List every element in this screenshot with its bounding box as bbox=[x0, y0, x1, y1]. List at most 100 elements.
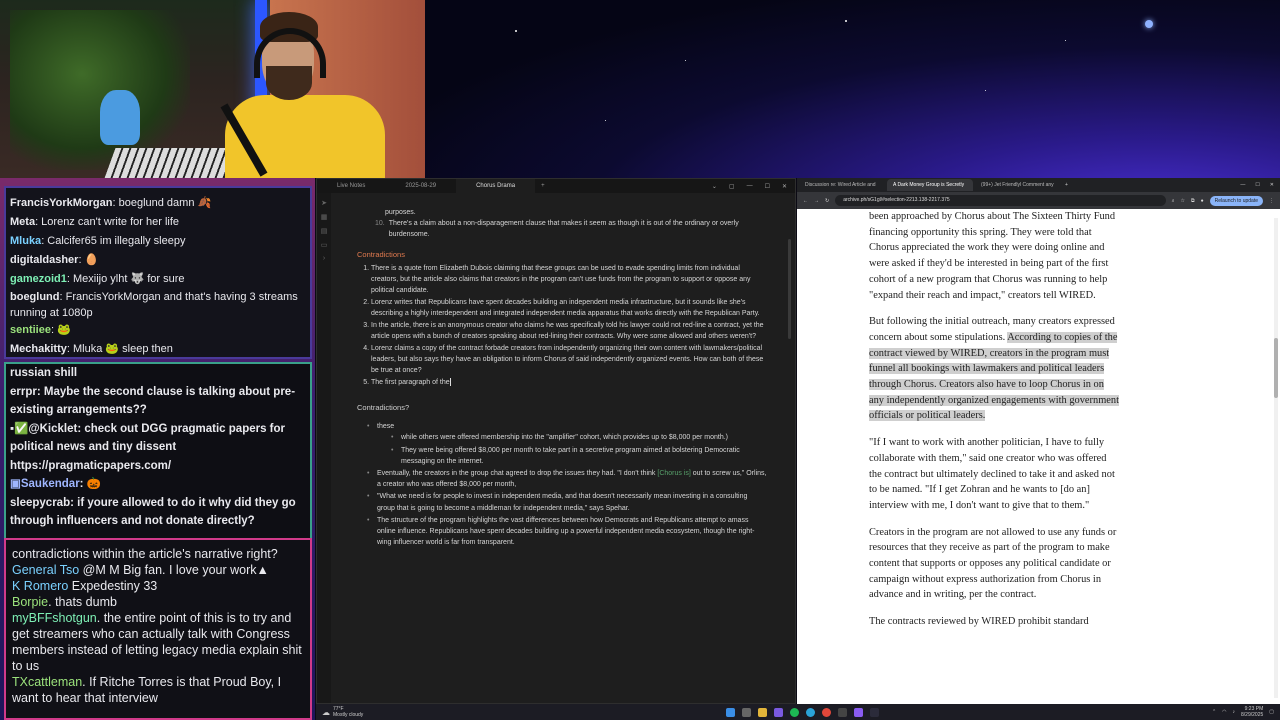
chat-message: ▪✅@Kicklet: check out DGG pragmatic pape… bbox=[10, 422, 286, 472]
article-paragraph: "If I want to work with another politici… bbox=[869, 437, 1115, 511]
tray-chevron-icon[interactable]: ⌃ bbox=[1212, 709, 1216, 715]
file-explorer-icon[interactable] bbox=[758, 707, 767, 717]
bookmark-icon[interactable]: ☆ bbox=[1181, 198, 1185, 204]
tab-chorus-drama[interactable]: Chorus Drama bbox=[456, 179, 536, 193]
keyboard bbox=[104, 148, 236, 178]
taskbar: ☁ 77°F Mostly cloudy ⌃ ◠ ♪ 9:23 PM 8/29/… bbox=[316, 704, 1280, 720]
tab-2025-08-29[interactable]: 2025-08-29 bbox=[385, 179, 456, 193]
contradictions-question-heading: Contradictions? bbox=[357, 403, 410, 413]
chrome-icon[interactable] bbox=[822, 707, 831, 717]
stream-app-icon[interactable] bbox=[854, 707, 863, 717]
note-line: purposes. bbox=[385, 209, 416, 216]
spotify-icon[interactable] bbox=[790, 707, 799, 717]
chat-overlay: FrancisYorkMorgan: boeglund damn 🍂 Meta:… bbox=[0, 178, 315, 720]
article-paragraph: But following the initial outreach, many… bbox=[869, 316, 1119, 422]
note-list-item: In the article, there is an anonymous cr… bbox=[371, 320, 767, 342]
folder-icon[interactable]: ▭ bbox=[317, 241, 331, 249]
back-icon[interactable]: ← bbox=[803, 198, 808, 204]
weather-desc: Mostly cloudy bbox=[333, 712, 364, 718]
chat-message: FrancisYorkMorgan: boeglund damn 🍂 bbox=[10, 197, 212, 209]
volume-icon[interactable]: ♪ bbox=[1233, 709, 1236, 715]
wifi-icon[interactable]: ◠ bbox=[1222, 709, 1226, 715]
screen: FrancisYorkMorgan: boeglund damn 🍂 Meta:… bbox=[0, 0, 1280, 720]
minimize-button[interactable]: — bbox=[1240, 182, 1245, 188]
weather-widget[interactable]: ☁ 77°F Mostly cloudy bbox=[316, 706, 363, 718]
calendar-icon[interactable]: ▤ bbox=[317, 227, 331, 235]
note-list-item: There is a quote from Elizabeth Dubois c… bbox=[371, 263, 767, 297]
article-paragraph: been approached by Chorus about The Sixt… bbox=[869, 211, 1116, 301]
address-bar-row: ← → ↻ archive.ph/sG1gl/#selection-2213.1… bbox=[797, 192, 1280, 209]
note-sub-bullet: while others were offered membership int… bbox=[391, 432, 767, 443]
chat-message: gamezoid1: Mexiijo ylht 🐺 for sure bbox=[10, 273, 185, 285]
zoom-icon[interactable]: ⌕ bbox=[1172, 198, 1175, 204]
maximize-button[interactable]: ☐ bbox=[765, 183, 770, 190]
notes-scrollbar[interactable] bbox=[788, 239, 791, 339]
note-editor[interactable]: purposes. 10. There's a claim about a no… bbox=[357, 207, 767, 549]
tab-list-icon[interactable]: ⌄ bbox=[712, 183, 717, 190]
maximize-button[interactable]: ☐ bbox=[1255, 182, 1259, 188]
start-icon[interactable] bbox=[726, 707, 735, 717]
minimize-button[interactable]: — bbox=[747, 183, 753, 190]
contradictions-heading: Contradictions bbox=[357, 249, 405, 259]
clock[interactable]: 9:23 PM 8/29/2025 bbox=[1241, 706, 1263, 718]
article-body: been approached by Chorus about The Sixt… bbox=[869, 209, 1119, 641]
navigate-icon[interactable]: ➤ bbox=[317, 199, 331, 207]
tab-live-notes[interactable]: Live Notes bbox=[317, 179, 385, 193]
text-cursor bbox=[449, 378, 451, 386]
notifications-icon[interactable]: ▢ bbox=[1269, 709, 1274, 715]
browser-tab[interactable]: Discussion re: Wired Article and bbox=[799, 179, 885, 191]
note-list-item: The first paragraph of the bbox=[371, 377, 767, 388]
notes-window: Live Notes 2025-08-29 Chorus Drama + ⌄ ▢… bbox=[316, 178, 796, 704]
chat-message: digitaldasher: 🥚 bbox=[10, 254, 99, 266]
note-bullet: The structure of the program highlights … bbox=[367, 515, 767, 549]
note-list-item: 10. There's a claim about a non-disparag… bbox=[375, 220, 739, 239]
sidebar-toggle-icon[interactable]: ▢ bbox=[729, 183, 735, 190]
text-selection: According to copies of the contract view… bbox=[869, 331, 1119, 422]
figurine bbox=[100, 90, 140, 145]
chat-message: sleepycrab: if youre allowed to do it wh… bbox=[10, 496, 296, 528]
taskbar-apps bbox=[726, 707, 879, 717]
chat-message: Mechakitty: Mluka 🐸 sleep then bbox=[10, 343, 173, 355]
scroll-thumb[interactable] bbox=[1274, 338, 1278, 398]
url-input[interactable]: archive.ph/sG1gl/#selection-2213.138-221… bbox=[835, 195, 1166, 206]
browser-scrollbar[interactable] bbox=[1274, 218, 1278, 698]
update-button[interactable]: Relaunch to update bbox=[1209, 195, 1263, 206]
chat-message: errpr: Maybe the second clause is talkin… bbox=[10, 385, 296, 417]
chat-panel-top: FrancisYorkMorgan: boeglund damn 🍂 Meta:… bbox=[4, 186, 312, 359]
note-bullet: Eventually, the creators in the group ch… bbox=[367, 468, 767, 490]
reload-icon[interactable]: ↻ bbox=[825, 198, 829, 204]
obsidian-icon[interactable] bbox=[774, 707, 783, 717]
browser-tab[interactable]: (99+) Jet Friendlyl Comment any bbox=[975, 179, 1061, 191]
browser-window: Discussion re: Wired Article and A Dark … bbox=[797, 178, 1280, 704]
planet bbox=[1145, 20, 1153, 28]
close-button[interactable]: ✕ bbox=[782, 183, 787, 190]
webcam-feed bbox=[0, 0, 425, 178]
forward-icon[interactable]: → bbox=[814, 198, 819, 204]
grid-icon[interactable]: ▦ bbox=[317, 213, 331, 221]
close-button[interactable]: ✕ bbox=[1270, 182, 1274, 188]
chat-message: ▣Saukendar: 🎃 bbox=[10, 478, 102, 490]
terminal-icon[interactable]: › bbox=[317, 255, 331, 262]
chat-message: TXcattleman. If Ritche Torres is that Pr… bbox=[12, 675, 282, 705]
browser-tab-bar: Discussion re: Wired Article and A Dark … bbox=[797, 178, 1280, 192]
steam-icon[interactable] bbox=[870, 707, 879, 717]
quotes-list: these while others were offered membersh… bbox=[357, 421, 767, 548]
menu-icon[interactable]: ⋮ bbox=[1269, 198, 1274, 204]
chat-panel-bottom: contradictions within the article's narr… bbox=[4, 538, 312, 720]
chat-message: K Romero Expedestiny 33 bbox=[12, 579, 158, 593]
space-background bbox=[425, 0, 1280, 178]
chat-message: Meta: Lorenz can't write for her life bbox=[10, 216, 180, 228]
edge-icon[interactable] bbox=[806, 707, 815, 717]
note-list-item: Lorenz writes that Republicans have spen… bbox=[371, 297, 767, 319]
new-tab-button[interactable]: + bbox=[1061, 182, 1072, 188]
notes-ribbon: ➤ ▦ ▤ ▭ › bbox=[317, 193, 331, 703]
task-view-icon[interactable] bbox=[742, 707, 751, 717]
profile-icon[interactable]: ● bbox=[1201, 198, 1204, 204]
plant-decor bbox=[10, 10, 190, 170]
new-tab-button[interactable]: + bbox=[535, 179, 551, 193]
chat-message: russian shill bbox=[10, 367, 78, 379]
system-tray: ⌃ ◠ ♪ 9:23 PM 8/29/2025 ▢ bbox=[1212, 706, 1274, 718]
extensions-icon[interactable]: ⧉ bbox=[1191, 198, 1195, 204]
browser-tab-active[interactable]: A Dark Money Group is Secretly bbox=[887, 179, 973, 191]
terminal-icon[interactable] bbox=[838, 707, 847, 717]
